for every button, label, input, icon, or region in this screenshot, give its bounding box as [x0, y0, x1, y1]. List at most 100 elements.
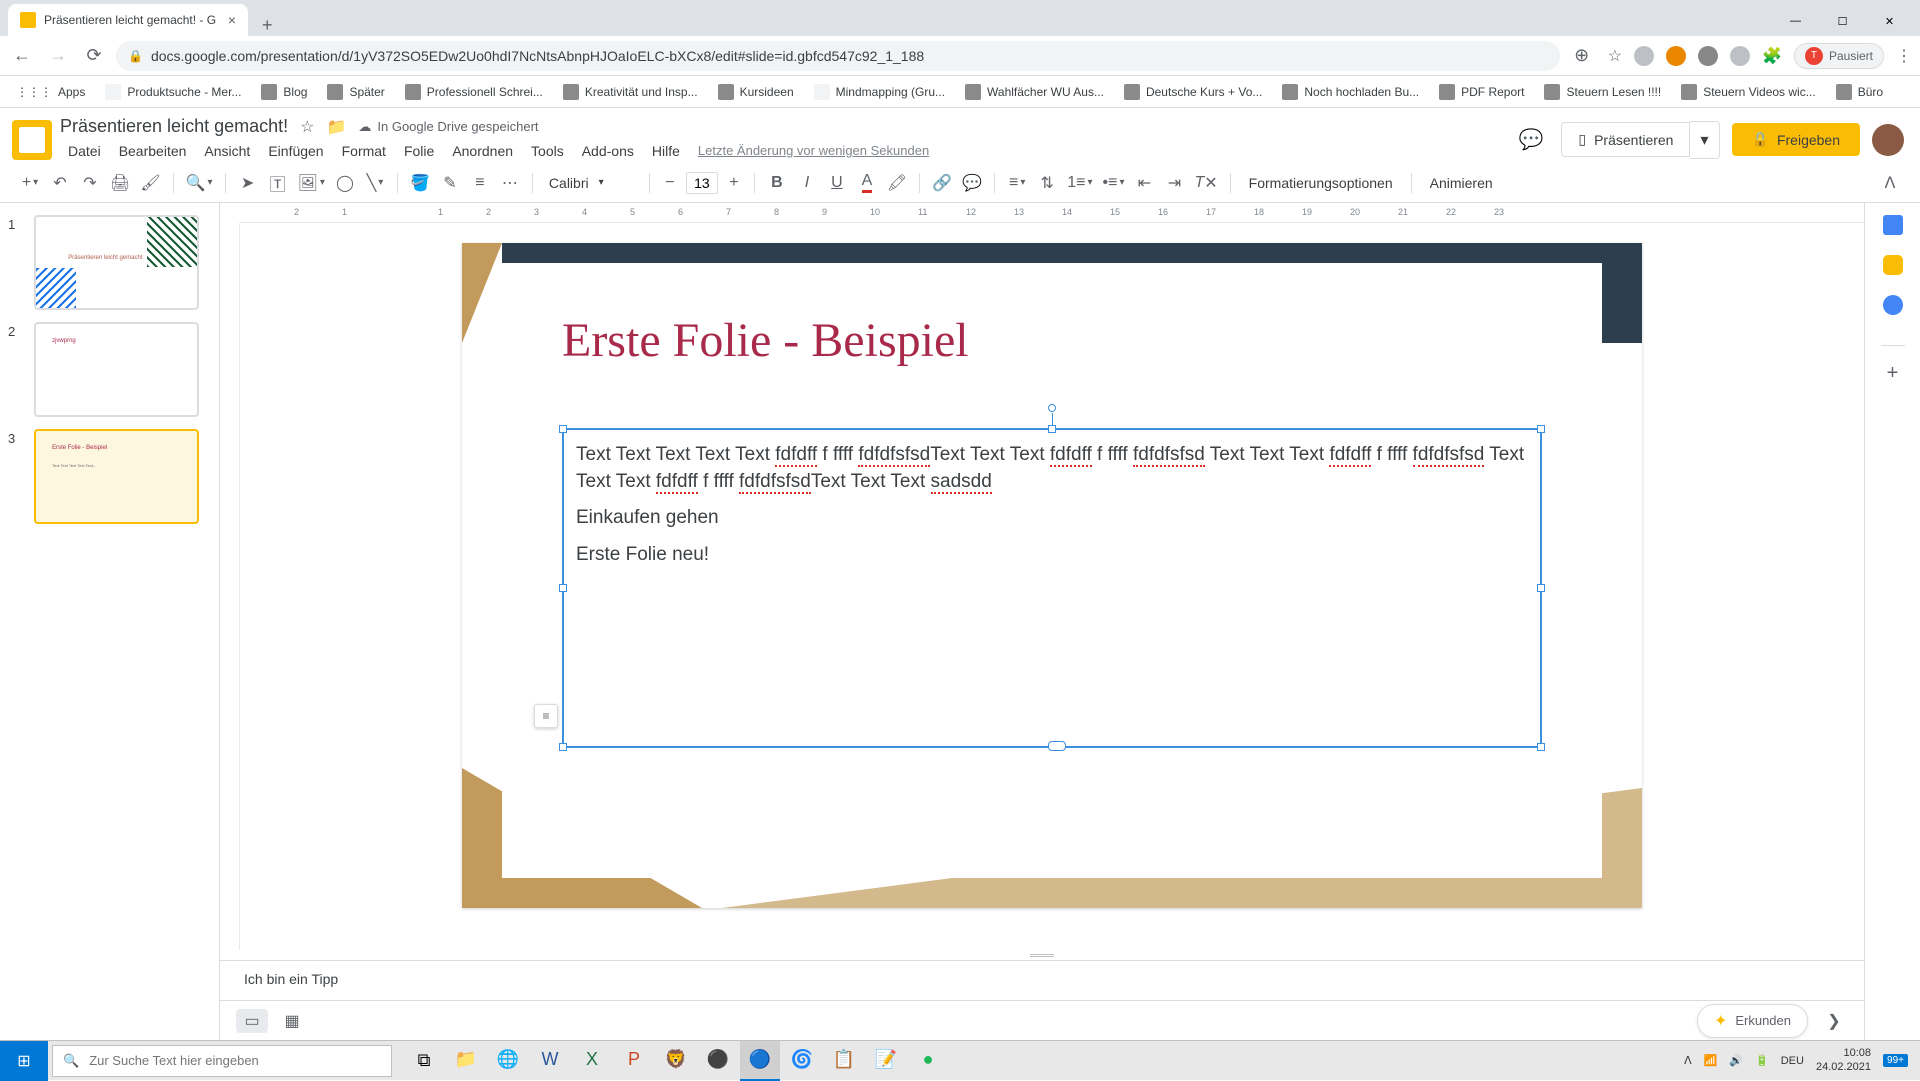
battery-icon[interactable]: 🔋 — [1755, 1054, 1769, 1067]
slide-thumbnail-2[interactable]: zjvwprng — [34, 322, 199, 417]
minimize-button[interactable]: — — [1773, 6, 1818, 36]
bookmark-item[interactable]: Später — [319, 80, 392, 104]
image-tool[interactable]: 🖼▾ — [294, 169, 329, 197]
profile-paused-badge[interactable]: T Pausiert — [1794, 43, 1884, 69]
menu-bearbeiten[interactable]: Bearbeiten — [111, 139, 195, 163]
menu-folie[interactable]: Folie — [396, 139, 442, 163]
resize-handle[interactable] — [559, 425, 567, 433]
wifi-icon[interactable]: 📶 — [1704, 1054, 1718, 1067]
share-button[interactable]: 🔒 Freigeben — [1732, 123, 1860, 156]
resize-handle[interactable] — [559, 743, 567, 751]
line-spacing-indicator[interactable]: ≡ — [534, 704, 558, 728]
increase-font-button[interactable]: + — [722, 171, 746, 195]
close-window-button[interactable]: ✕ — [1867, 6, 1912, 36]
bookmark-item[interactable]: Produktsuche - Mer... — [97, 80, 249, 104]
font-selector[interactable]: Calibri ▾ — [541, 175, 641, 191]
bookmark-item[interactable]: Wahlfächer WU Aus... — [957, 80, 1112, 104]
resize-handle[interactable] — [1537, 425, 1545, 433]
slides-logo[interactable] — [12, 120, 52, 160]
resize-handle[interactable] — [1048, 741, 1066, 751]
maximize-button[interactable]: ☐ — [1820, 6, 1865, 36]
taskbar-app-obs[interactable]: ⚫ — [698, 1041, 738, 1081]
windows-search[interactable]: 🔍 Zur Suche Text hier eingeben — [52, 1045, 392, 1077]
grid-view-button[interactable]: ▦ — [276, 1009, 308, 1033]
slide-thumbnail-1[interactable]: Präsentieren leicht gemacht — [34, 215, 199, 310]
taskbar-app-excel[interactable]: X — [572, 1041, 612, 1081]
keep-icon[interactable] — [1883, 255, 1903, 275]
task-view-button[interactable]: ⧉ — [404, 1041, 444, 1081]
shape-tool[interactable]: ◯ — [331, 169, 359, 197]
zoom-icon[interactable]: ⊕ — [1568, 42, 1596, 70]
address-bar[interactable]: 🔒 docs.google.com/presentation/d/1yV372S… — [116, 41, 1560, 71]
bookmark-item[interactable]: Kreativität und Insp... — [555, 80, 706, 104]
bookmark-item[interactable]: Noch hochladen Bu... — [1274, 80, 1427, 104]
slide-title[interactable]: Erste Folie - Beispiel — [562, 313, 1542, 368]
language-indicator[interactable]: DEU — [1781, 1055, 1804, 1067]
resize-handle[interactable] — [1048, 425, 1056, 433]
highlight-button[interactable]: 🖍 — [883, 169, 911, 197]
bookmark-item[interactable]: Blog — [253, 80, 315, 104]
redo-button[interactable]: ↷ — [76, 169, 104, 197]
comment-button[interactable]: 💬 — [958, 169, 986, 197]
text-box-selected[interactable]: ≡ Text Text Text Text Text fdfdff f ffff… — [562, 428, 1542, 748]
menu-tools[interactable]: Tools — [523, 139, 572, 163]
border-color-button[interactable]: ✎ — [436, 169, 464, 197]
taskbar-app-spotify[interactable]: ● — [908, 1041, 948, 1081]
paint-format-button[interactable]: 🖌 — [136, 169, 164, 197]
extensions-menu-icon[interactable]: 🧩 — [1762, 46, 1782, 66]
numbered-list-button[interactable]: 1≡▾ — [1063, 169, 1096, 197]
speaker-notes[interactable]: Ich bin ein Tipp — [220, 960, 1864, 1000]
link-button[interactable]: 🔗 — [928, 169, 956, 197]
collapse-toolbar-button[interactable]: ᐱ — [1876, 169, 1904, 197]
rotate-handle[interactable] — [1048, 404, 1056, 412]
menu-addons[interactable]: Add-ons — [574, 139, 642, 163]
select-tool[interactable]: ➤ — [234, 169, 262, 197]
slide-canvas[interactable]: Erste Folie - Beispiel ≡ — [240, 223, 1864, 950]
volume-icon[interactable]: 🔊 — [1729, 1054, 1743, 1067]
taskbar-app-explorer[interactable]: 📁 — [446, 1041, 486, 1081]
back-button[interactable]: ← — [8, 42, 36, 70]
resize-handle[interactable] — [559, 584, 567, 592]
text-content[interactable]: Text Text Text Text Text fdfdff f ffff f… — [576, 442, 1528, 568]
bold-button[interactable]: B — [763, 169, 791, 197]
taskbar-app-generic[interactable]: 📋 — [824, 1041, 864, 1081]
filmstrip-view-button[interactable]: ▭ — [236, 1009, 268, 1033]
clock[interactable]: 10:08 24.02.2021 — [1816, 1047, 1871, 1073]
bookmark-item[interactable]: PDF Report — [1431, 80, 1532, 104]
save-status[interactable]: ☁ In Google Drive gespeichert — [358, 119, 538, 135]
taskbar-app-brave[interactable]: 🦁 — [656, 1041, 696, 1081]
new-slide-button[interactable]: +▾ — [16, 169, 44, 197]
bookmark-item[interactable]: Steuern Videos wic... — [1673, 80, 1824, 104]
star-icon[interactable]: ☆ — [300, 117, 314, 137]
italic-button[interactable]: I — [793, 169, 821, 197]
border-dash-button[interactable]: ⋯ — [496, 169, 524, 197]
font-size-input[interactable]: 13 — [686, 172, 718, 194]
textbox-tool[interactable]: 🅃 — [264, 169, 292, 197]
underline-button[interactable]: U — [823, 169, 851, 197]
text-color-button[interactable]: A — [853, 169, 881, 197]
menu-einfuegen[interactable]: Einfügen — [260, 139, 331, 163]
chrome-menu-icon[interactable]: ⋮ — [1896, 46, 1912, 66]
comments-button[interactable]: 💬 — [1513, 122, 1549, 158]
bookmark-item[interactable]: Deutsche Kurs + Vo... — [1116, 80, 1270, 104]
reload-button[interactable]: ⟳ — [80, 42, 108, 70]
format-options-button[interactable]: Formatierungsoptionen — [1239, 175, 1403, 191]
menu-hilfe[interactable]: Hilfe — [644, 139, 688, 163]
extension-icon[interactable] — [1698, 46, 1718, 66]
taskbar-app-word[interactable]: W — [530, 1041, 570, 1081]
browser-tab[interactable]: Präsentieren leicht gemacht! - G × — [8, 4, 248, 36]
slide-thumbnail-3[interactable]: Erste Folie - Beispiel Text Text Text Te… — [34, 429, 199, 524]
border-weight-button[interactable]: ≡ — [466, 169, 494, 197]
taskbar-app-edge2[interactable]: 🌀 — [782, 1041, 822, 1081]
taskbar-app-powerpoint[interactable]: P — [614, 1041, 654, 1081]
present-button[interactable]: ▯ Präsentieren — [1561, 122, 1690, 157]
fill-color-button[interactable]: 🪣 — [406, 169, 434, 197]
vertical-ruler[interactable] — [220, 223, 240, 950]
notes-resize-handle[interactable] — [220, 950, 1864, 960]
tasks-icon[interactable] — [1883, 295, 1903, 315]
forward-button[interactable]: → — [44, 42, 72, 70]
document-title[interactable]: Präsentieren leicht gemacht! — [60, 116, 288, 137]
tray-expand-icon[interactable]: ᐱ — [1684, 1054, 1692, 1067]
line-tool[interactable]: ╲▾ — [361, 169, 389, 197]
animate-button[interactable]: Animieren — [1420, 175, 1503, 191]
